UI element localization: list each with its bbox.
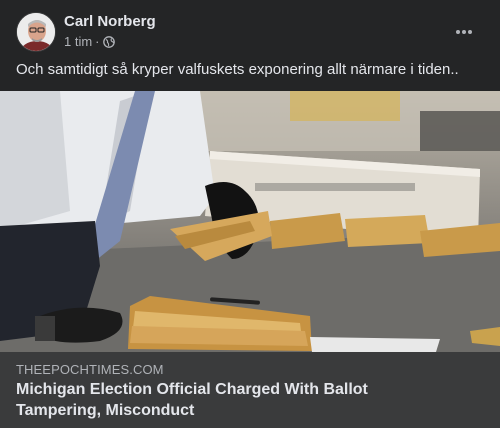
post-header: Carl Norberg 1 tim ·	[16, 12, 484, 52]
post-meta: 1 tim ·	[64, 34, 115, 49]
more-horizontal-icon[interactable]	[450, 18, 478, 46]
avatar[interactable]	[16, 12, 56, 52]
link-preview[interactable]: THEEPOCHTIMES.COM Michigan Election Offi…	[0, 352, 500, 428]
link-headline[interactable]: Michigan Election Official Charged With …	[16, 379, 456, 421]
meta-separator: ·	[95, 34, 100, 49]
link-preview-image[interactable]	[0, 91, 500, 352]
link-domain: THEEPOCHTIMES.COM	[16, 362, 164, 377]
facebook-post: Carl Norberg 1 tim · Och samtidigt så kr…	[0, 0, 500, 428]
post-timestamp[interactable]: 1 tim	[64, 34, 92, 49]
author-name[interactable]: Carl Norberg	[64, 13, 156, 30]
globe-icon[interactable]	[102, 35, 115, 48]
post-text: Och samtidigt så kryper valfuskets expon…	[16, 61, 459, 78]
